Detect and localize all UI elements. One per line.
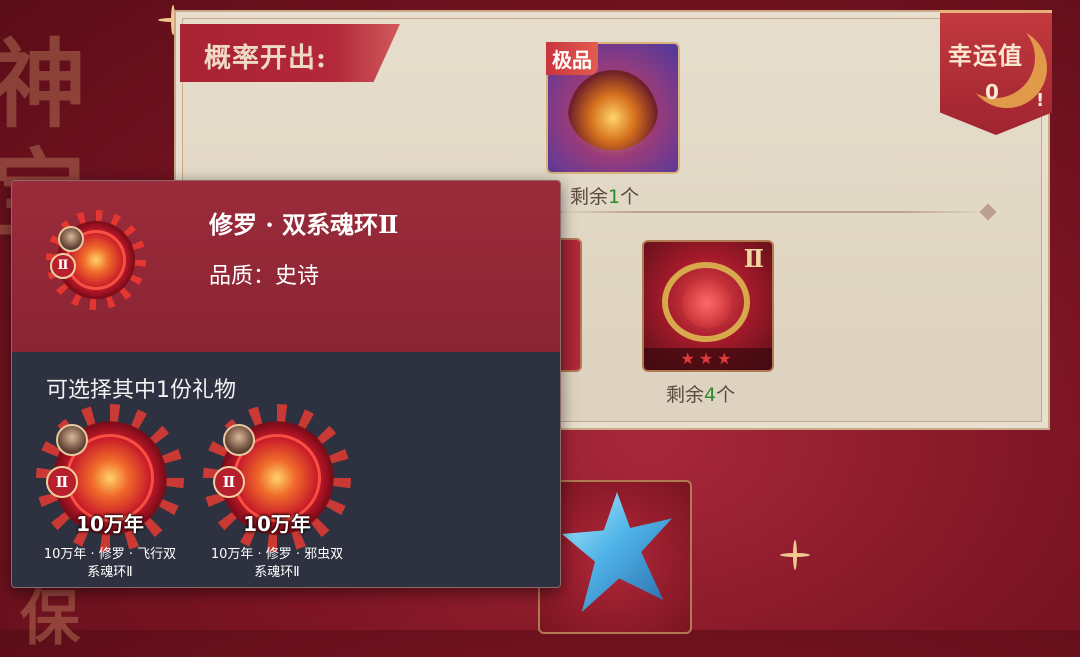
- info-icon[interactable]: !: [1036, 90, 1044, 111]
- gift-year: 10万年: [243, 512, 311, 536]
- sparkle-icon: [780, 540, 810, 570]
- gift-name: 10万年 · 修罗 · 飞行双 系魂环Ⅱ: [43, 547, 177, 580]
- tier-badge: Ⅱ: [50, 253, 76, 279]
- crown-icon: [568, 70, 658, 150]
- remaining-count-mid: 剩余4个: [666, 384, 736, 406]
- remaining-count-top: 剩余1个: [570, 186, 640, 208]
- gift-name: 10万年 · 修罗 · 邪虫双 系魂环Ⅱ: [210, 547, 344, 580]
- star-rating: ★★★: [644, 348, 772, 370]
- tier-badge: Ⅱ: [213, 466, 245, 498]
- tier-badge: Ⅱ: [46, 466, 78, 498]
- premium-tag: 极品: [546, 42, 598, 75]
- gift-year: 10万年: [76, 512, 144, 536]
- tooltip-quality: 品质：史诗: [209, 264, 320, 289]
- section-divider: [555, 211, 985, 213]
- luck-value: 0: [985, 80, 999, 104]
- character-avatar-icon: [56, 424, 88, 456]
- choose-gift-label: 可选择其中1份礼物: [46, 378, 236, 403]
- probability-label: 概率开出:: [204, 43, 327, 74]
- reward-item-soulring[interactable]: Ⅱ ★★★: [642, 240, 774, 372]
- tier-numeral: Ⅱ: [743, 244, 764, 273]
- character-avatar-icon: [58, 226, 84, 252]
- soulring-core-icon: [682, 278, 732, 328]
- tooltip-title: 修罗 · 双系魂环Ⅱ: [209, 210, 399, 239]
- character-avatar-icon: [223, 424, 255, 456]
- luck-label: 幸运值: [948, 41, 1023, 70]
